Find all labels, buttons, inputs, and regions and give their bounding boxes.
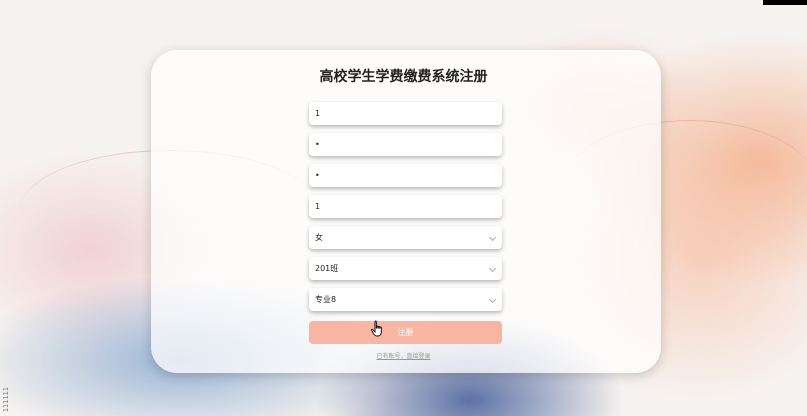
class-select[interactable]: 201班: [309, 257, 502, 280]
gender-select-value: 女: [315, 233, 323, 242]
top-bar: [763, 0, 807, 5]
class-select-value: 201班: [315, 264, 339, 273]
username-input[interactable]: [315, 109, 485, 118]
hand-cursor-icon: [371, 320, 382, 337]
confirm-password-input[interactable]: [315, 171, 485, 180]
major-select-value: 专业8: [315, 295, 337, 304]
major-select[interactable]: 专业8: [309, 288, 502, 311]
chevron-down-icon: [488, 295, 497, 304]
chevron-down-icon: [488, 233, 497, 242]
gender-select[interactable]: 女: [309, 226, 502, 249]
login-link[interactable]: 已有账号，直接登录: [0, 351, 807, 360]
username-field[interactable]: [309, 102, 502, 125]
page-title: 高校学生学费缴费系统注册: [319, 69, 488, 85]
password-input[interactable]: [315, 140, 485, 149]
side-label: 111111: [2, 386, 10, 412]
chevron-down-icon: [488, 264, 497, 273]
realname-input[interactable]: [315, 202, 485, 211]
password-field[interactable]: [309, 133, 502, 156]
confirm-password-field[interactable]: [309, 164, 502, 187]
realname-field[interactable]: [309, 195, 502, 218]
register-button[interactable]: 注册: [309, 321, 502, 344]
